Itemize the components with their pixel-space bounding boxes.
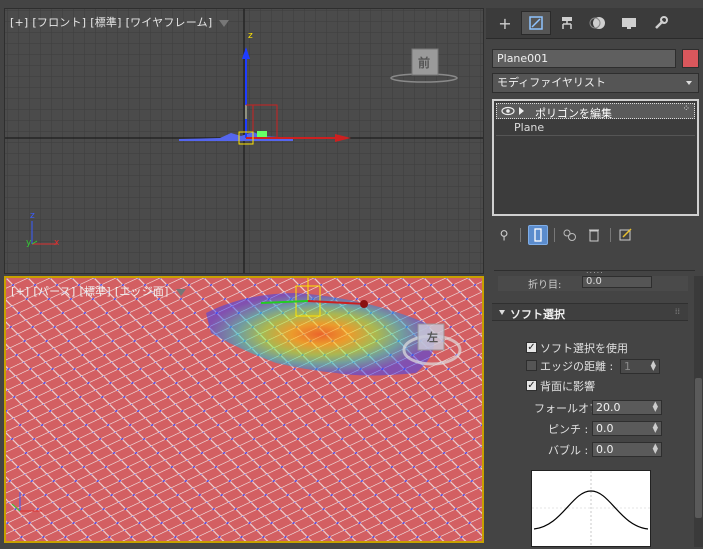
make-unique-icon <box>563 229 576 241</box>
object-color-swatch[interactable] <box>682 49 699 68</box>
trash-icon <box>589 229 599 242</box>
stack-item-edit-poly[interactable]: ポリゴンを編集 ⁘ <box>496 103 695 120</box>
toolbar-divider <box>610 228 611 242</box>
edge-distance-label: エッジの距離 : <box>540 360 614 373</box>
spinner-arrows-icon[interactable]: ▲ ▼ <box>653 443 658 455</box>
display-icon <box>622 18 636 29</box>
eye-icon[interactable] <box>501 106 515 116</box>
use-soft-selection-checkbox[interactable]: ✓ <box>526 342 537 353</box>
motion-tab[interactable] <box>583 11 613 35</box>
command-panel-scrollbar-thumb[interactable] <box>695 378 702 518</box>
bubble-label: バブル : <box>548 444 589 457</box>
splitter-grip[interactable]: ..... <box>586 266 604 275</box>
falloff-curve-graph <box>531 470 651 547</box>
display-tab[interactable] <box>614 11 644 35</box>
perspective-viewcube[interactable]: 左 <box>400 318 464 368</box>
wrench-icon <box>655 16 668 29</box>
viewport-shading-standard[interactable]: [標準] <box>79 285 110 298</box>
pinch-spinner[interactable]: 0.0 ▲ ▼ <box>592 421 662 436</box>
create-tab[interactable]: + <box>490 11 520 35</box>
pin-icon: ⚲ <box>499 228 509 242</box>
perspective-viewport-label[interactable]: [+] [パース] [標準] [エッジ面] <box>11 283 190 299</box>
end-result-icon <box>534 228 542 242</box>
edge-distance-spinner[interactable]: 1 ▲ ▼ <box>620 359 660 374</box>
viewport-shading-standard[interactable]: [標準] <box>90 16 121 29</box>
viewport-display-mode[interactable]: [ワイヤフレーム] <box>126 16 213 29</box>
modify-tab[interactable] <box>521 11 551 35</box>
viewport-point-of-view[interactable]: [パース] <box>33 285 75 298</box>
pin-stack-button[interactable]: ⚲ <box>494 225 514 245</box>
modify-icon <box>529 16 543 30</box>
front-viewport[interactable]: z z y x [+] [フロント] [標準] [ワイヤフレーム] 前 <box>4 8 484 274</box>
viewcube[interactable]: 前 <box>387 47 461 87</box>
spinner-arrows-icon[interactable]: ▲ ▼ <box>653 422 658 434</box>
make-unique-button[interactable] <box>560 225 580 245</box>
corner-y-label: y <box>26 238 32 248</box>
toolbar-divider <box>554 228 555 242</box>
viewcube-face-label: 左 <box>427 331 438 344</box>
gizmo-z-label: z <box>248 31 253 41</box>
plus-icon: + <box>498 13 512 33</box>
command-panel: + Plane001 モディファイヤリスト ポリゴンを編集 ⁘ Plane ⚲ … <box>486 8 703 547</box>
command-panel-tabs: + <box>486 8 703 39</box>
chevron-down-icon <box>686 81 692 85</box>
spinner-arrows-icon[interactable]: ▲ ▼ <box>653 401 658 413</box>
spinner-arrows-icon[interactable]: ▲ ▼ <box>651 360 656 372</box>
corner-x-label: x <box>54 238 60 248</box>
soft-selection-title: ソフト選択 <box>510 308 565 321</box>
rollout-grip-icon: ⁞⁞ <box>674 307 680 316</box>
crease-spinner[interactable]: 0.0 <box>582 276 652 288</box>
soft-selection-rollout-header[interactable]: ソフト選択 ⁞⁞ <box>492 303 688 321</box>
bubble-spinner[interactable]: 0.0 ▲ ▼ <box>592 442 662 457</box>
edge-distance-value: 1 <box>624 360 631 373</box>
remove-modifier-button[interactable] <box>584 225 604 245</box>
filter-icon[interactable] <box>175 288 186 296</box>
modifier-list-dropdown[interactable]: モディファイヤリスト <box>492 73 699 93</box>
chevron-down-icon <box>499 310 505 315</box>
use-soft-selection-label: ソフト選択を使用 <box>540 342 628 355</box>
stack-toolbar: ⚲ <box>492 223 699 249</box>
modifier-list-label: モディファイヤリスト <box>497 76 606 89</box>
viewcube-face-label: 前 <box>418 56 431 70</box>
viewport-menu-plus[interactable]: [+] <box>10 16 28 29</box>
edge-distance-checkbox[interactable] <box>526 360 537 371</box>
falloff-value: 20.0 <box>596 401 621 414</box>
configure-icon <box>619 228 632 241</box>
corner-z-label: z <box>30 211 35 221</box>
perspective-viewport[interactable]: [+] [パース] [標準] [エッジ面] 左 <box>4 276 484 543</box>
hierarchy-icon <box>562 17 572 29</box>
viewport-menu-plus[interactable]: [+] <box>11 285 29 298</box>
stack-item-options-icon[interactable]: ⁘ <box>682 104 690 114</box>
affect-backfacing-label: 背面に影響 <box>540 380 595 393</box>
crease-label: 折り目: <box>528 280 562 291</box>
hierarchy-tab[interactable] <box>552 11 582 35</box>
motion-icon <box>589 17 605 29</box>
stack-item-label: Plane <box>514 121 545 134</box>
falloff-curve <box>532 471 650 546</box>
filter-icon[interactable] <box>219 19 230 27</box>
falloff-spinner[interactable]: 20.0 ▲ ▼ <box>592 400 662 415</box>
toolbar-divider <box>520 228 521 242</box>
show-end-result-button[interactable] <box>528 225 548 245</box>
previous-rollout-row: 折り目: 0.0 <box>498 276 688 291</box>
expand-triangle-icon[interactable] <box>519 107 524 115</box>
viewport-display-mode[interactable]: [エッジ面] <box>115 285 169 298</box>
pinch-value: 0.0 <box>596 422 614 435</box>
object-name-field[interactable]: Plane001 <box>492 49 676 68</box>
viewport-point-of-view[interactable]: [フロント] <box>32 16 86 29</box>
utilities-tab[interactable] <box>646 11 676 35</box>
stack-item-plane[interactable]: Plane <box>496 120 695 136</box>
modifier-stack: ポリゴンを編集 ⁘ Plane <box>492 99 699 216</box>
bubble-value: 0.0 <box>596 443 614 456</box>
affect-backfacing-checkbox[interactable]: ✓ <box>526 380 537 391</box>
rollout-area: 折り目: 0.0 ソフト選択 ⁞⁞ ✓ ソフト選択を使用 エッジの距離 : 1 … <box>490 276 688 547</box>
pinch-label: ピンチ : <box>548 423 589 436</box>
front-viewport-label[interactable]: [+] [フロント] [標準] [ワイヤフレーム] <box>10 14 233 30</box>
configure-modifier-sets-button[interactable] <box>616 225 636 245</box>
stack-item-label: ポリゴンを編集 <box>535 107 612 120</box>
